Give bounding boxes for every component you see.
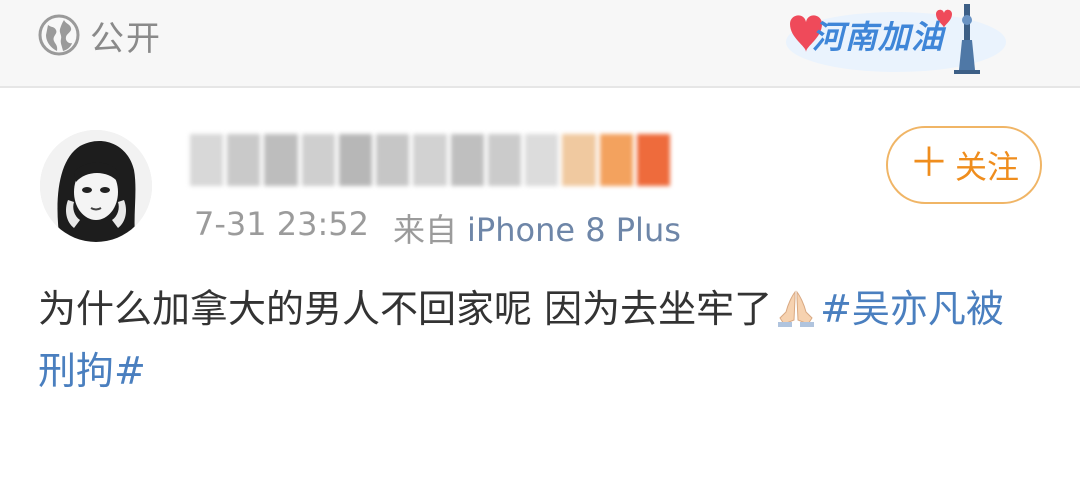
top-bar: 公开 河南加油 [0,0,1080,88]
source-prefix: 来自 [393,211,458,249]
post-text: 为什么加拿大的男人不回家呢 因为去坐牢了 [38,287,773,331]
post-meta: 7-31 23:52 来自 iPhone 8 Plus [194,205,681,251]
globe-icon [38,14,80,56]
avatar-image [40,130,152,242]
henan-support-badge: 河南加油 [768,0,1008,76]
badge-text: 河南加油 [812,18,945,56]
follow-label: 关注 [954,148,1019,186]
device-link[interactable]: iPhone 8 Plus [467,211,681,249]
visibility-label: 公开 [90,18,162,59]
pray-emoji [778,290,815,327]
plus-icon: ＋ [908,140,949,186]
visibility-indicator[interactable]: 公开 [38,10,162,60]
follow-button[interactable]: ＋ 关注 [886,126,1042,204]
post-body: 为什么加拿大的男人不回家呢 因为去坐牢了 #吴亦凡被刑拘# [38,278,1038,402]
post-timestamp: 7-31 23:52 [194,205,370,243]
username-obscured[interactable] [190,134,671,186]
avatar[interactable] [40,130,152,242]
